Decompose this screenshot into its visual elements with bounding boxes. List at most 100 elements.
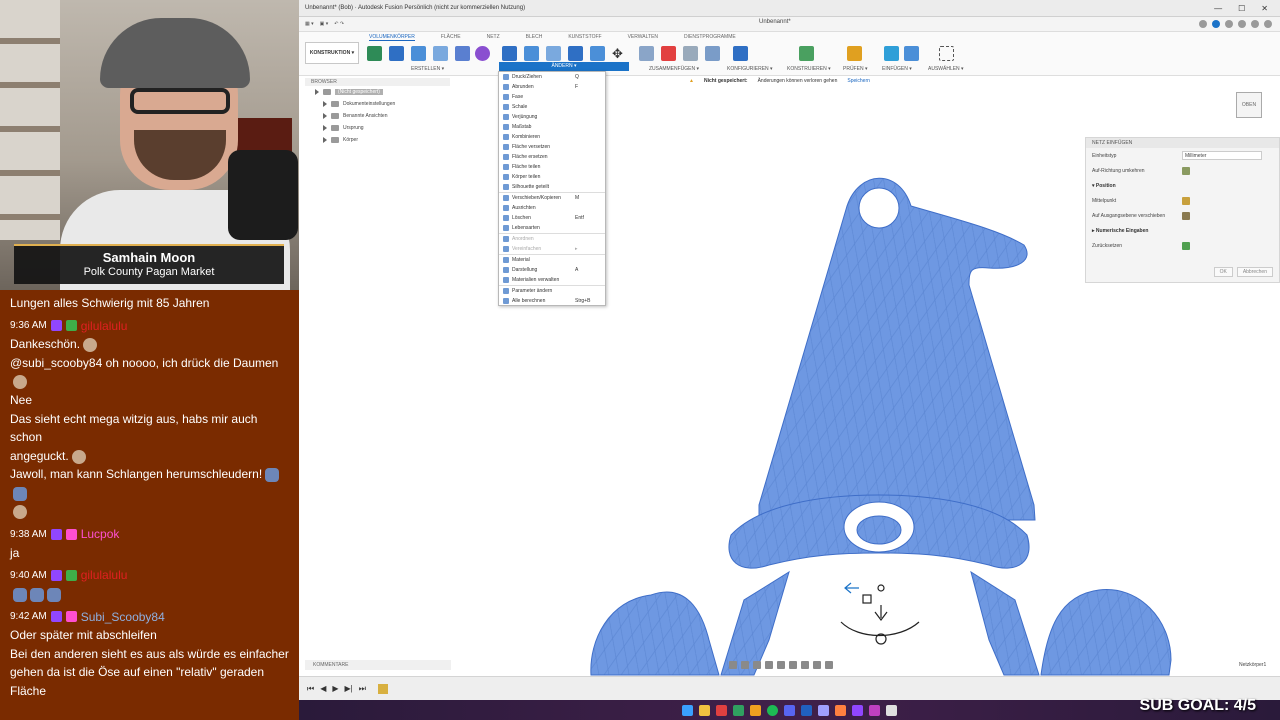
chat-username[interactable]: gilulalulu [81,317,128,336]
menu-item[interactable]: Abrunden F [499,82,605,92]
chat-username[interactable]: Lucpok [81,525,120,544]
avatar[interactable] [1264,20,1272,28]
new-component-icon[interactable] [639,46,654,61]
steam-icon[interactable] [801,704,812,716]
app-icon[interactable] [886,704,897,716]
menu-item[interactable]: Druck/Ziehen Q [499,72,605,82]
tab-netz[interactable]: NETZ [487,34,500,41]
menu-item[interactable]: Kombinieren [499,132,605,142]
configure-icon[interactable] [733,46,748,61]
grid-icon[interactable] [813,661,821,669]
menu-item[interactable]: Löschen Entf [499,213,605,223]
tab-kunststoff[interactable]: KUNSTSTOFF [568,34,601,41]
flip-icon[interactable] [1182,166,1190,175]
menu-item[interactable]: Fläche ersetzen [499,152,605,162]
shell-icon[interactable] [546,46,561,61]
move-icon[interactable]: ✥ [610,46,625,61]
save-link[interactable]: Speichern [847,78,870,84]
group-pruefen[interactable]: PRÜFEN ▾ [843,66,867,72]
next-icon[interactable]: ▶| [345,684,353,693]
tab-dienstprogramme[interactable]: DIENSTPROGRAMME [684,34,736,41]
zoom-icon[interactable] [765,661,773,669]
extensions-icon[interactable] [1212,20,1220,28]
form-icon[interactable] [475,46,490,61]
press-pull-icon[interactable] [502,46,517,61]
menu-item[interactable]: Verschieben/Kopieren M [499,193,605,203]
browser-item[interactable]: Körper [305,134,450,146]
tab-volumenkoerper[interactable]: VOLUMENKÖRPER [369,34,415,41]
rigid-group-icon[interactable] [705,46,720,61]
app-icon[interactable] [818,704,829,716]
combine-icon[interactable] [568,46,583,61]
select-icon[interactable] [939,46,954,61]
group-einfuegen[interactable]: EINFÜGEN ▾ [882,66,912,72]
menu-item[interactable]: Lebensarten [499,223,605,233]
group-zusammenfuegen[interactable]: ZUSAMMENFÜGEN ▾ [649,66,699,72]
group-konstruieren[interactable]: KONSTRUIEREN ▾ [787,66,831,72]
position-section[interactable]: ▾ Position [1086,178,1279,193]
firefox-icon[interactable] [716,704,727,716]
grid-icon[interactable]: ▦ ▾ [305,21,314,27]
construct-plane-icon[interactable] [799,46,814,61]
previous-icon[interactable]: ◀ [320,684,326,693]
menu-item[interactable]: Material [499,255,605,265]
browser-item[interactable]: Benannte Ansichten [305,110,450,122]
expand-icon[interactable] [323,137,327,143]
menu-item[interactable]: Fläche versetzen [499,142,605,152]
split-icon[interactable] [590,46,605,61]
close-icon[interactable]: ✕ [1261,4,1268,13]
expand-icon[interactable] [323,113,327,119]
insert-image-icon[interactable] [904,46,919,61]
app-icon[interactable] [869,704,880,716]
chat-username[interactable]: Subi_Scooby84 [81,608,165,627]
as-built-joint-icon[interactable] [683,46,698,61]
sketch-icon[interactable] [367,46,382,61]
menu-item[interactable]: Anordnen [499,234,605,244]
expand-icon[interactable] [323,101,327,107]
menu-item[interactable]: Materialien verwalten [499,275,605,285]
center-icon[interactable] [1182,196,1190,205]
browser-header[interactable]: BROWSER [305,78,450,86]
menu-item[interactable]: Körper teilen [499,172,605,182]
browser-item[interactable]: Ursprung [305,122,450,134]
app-icon[interactable] [750,704,761,716]
expand-icon[interactable] [323,125,327,131]
menu-item[interactable]: Vereinfachen ▸ [499,244,605,254]
group-konfigurieren[interactable]: KONFIGURIEREN ▾ [727,66,773,72]
menu-item[interactable]: Alle berechnen Strg+B [499,296,605,306]
expand-icon[interactable] [315,89,319,95]
cancel-button[interactable]: Abbrechen [1236,267,1273,277]
tab-flaeche[interactable]: FLÄCHE [441,34,461,41]
workspace-switcher[interactable]: KONSTRUKTION ▾ [305,42,359,64]
add-tab-icon[interactable] [1199,20,1207,28]
maximize-icon[interactable]: ☐ [1238,4,1245,13]
menu-item[interactable]: Maßstab [499,122,605,132]
discord-icon[interactable] [784,704,795,716]
help-icon[interactable] [1251,20,1259,28]
revolve-icon[interactable] [411,46,426,61]
explorer-icon[interactable] [699,704,710,716]
hole-icon[interactable] [433,46,448,61]
joint-icon[interactable] [661,46,676,61]
display-icon[interactable] [801,661,809,669]
viewports-icon[interactable] [825,661,833,669]
menu-item[interactable]: Schale [499,102,605,112]
comments-panel[interactable]: KOMMENTARE [305,660,451,670]
last-frame-icon[interactable]: ⏭ [359,684,366,694]
timeline-mesh-icon[interactable] [377,683,388,694]
save-icon[interactable]: ▣ ▾ [320,21,329,27]
browser-item[interactable]: Dokumenteinstellungen [305,98,450,110]
document-tab[interactable]: Unbenannt* [759,19,791,25]
fillet-icon[interactable] [524,46,539,61]
group-erstellen[interactable]: ERSTELLEN ▾ [411,66,444,72]
menu-item[interactable]: Fläche teilen [499,162,605,172]
spotify-icon[interactable] [767,704,778,716]
fusion-taskbar-icon[interactable] [835,704,846,716]
view-cube[interactable]: OBEN [1236,92,1262,118]
ok-button[interactable]: OK [1213,267,1233,277]
modify-menu-button[interactable]: ÄNDERN ▾ [499,62,629,71]
browser-root[interactable]: (Nicht gespeichert) [305,86,450,98]
reset-icon[interactable] [1182,241,1190,250]
orbit-icon[interactable] [729,661,737,669]
move-plane-icon[interactable] [1182,211,1190,220]
